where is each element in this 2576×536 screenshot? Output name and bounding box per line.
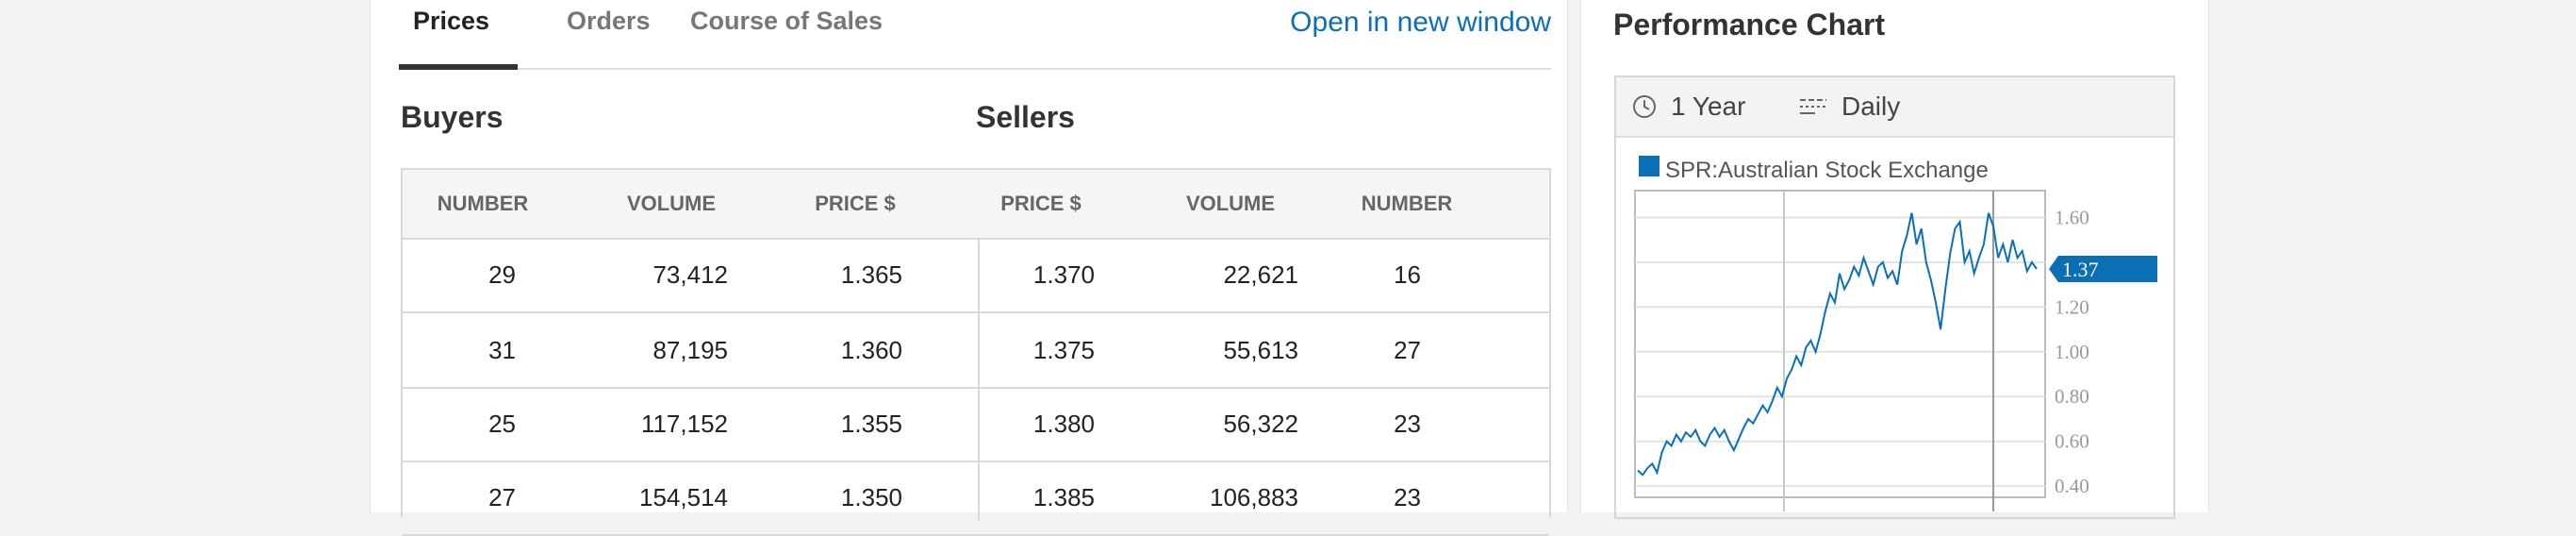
y-tick-label: 1.20 — [2055, 295, 2089, 318]
tab-prices-label: Prices — [413, 7, 490, 35]
seller-number-cell: 27 — [1394, 336, 1421, 364]
buyer-volume-cell: 87,195 — [652, 336, 728, 364]
chart-title: Performance Chart — [1613, 8, 1886, 42]
seller-price-cell: 1.370 — [1032, 260, 1095, 289]
last-price-label: 1.37 — [2062, 258, 2099, 281]
table-row: 29 73,412 1.365 1.370 22,621 16 — [403, 238, 1549, 313]
table-row: 27 154,514 1.350 1.385 106,883 23 — [403, 461, 1549, 536]
market-depth-table: NUMBER VOLUME PRICE $ PRICE $ VOLUME NUM… — [401, 168, 1551, 536]
table-row: 31 87,195 1.360 1.375 55,613 27 — [403, 313, 1549, 389]
seller-number-cell: 23 — [1394, 410, 1421, 438]
column-header-seller-price: PRICE $ — [1000, 192, 1082, 215]
y-tick-label: 1.60 — [2055, 206, 2089, 228]
sellers-heading: Sellers — [976, 100, 1075, 134]
column-header-seller-number: NUMBER — [1361, 192, 1453, 215]
seller-volume-cell: 22,621 — [1223, 260, 1298, 289]
tab-course-of-sales[interactable]: Course of Sales — [690, 0, 883, 68]
buyer-number-cell: 27 — [488, 483, 516, 511]
seller-price-cell: 1.385 — [1032, 483, 1095, 511]
tab-bar: Prices Orders Course of Sales Open in ne… — [399, 0, 1551, 70]
tab-prices[interactable]: Prices — [413, 0, 489, 68]
tab-orders[interactable]: Orders — [567, 0, 651, 68]
table-header: NUMBER VOLUME PRICE $ PRICE $ VOLUME NUM… — [403, 170, 1549, 240]
seller-volume-cell: 106,883 — [1210, 483, 1298, 511]
last-price-marker: 1.37 — [2049, 256, 2157, 283]
seller-volume-cell: 56,322 — [1223, 410, 1298, 438]
column-header-buyer-volume: VOLUME — [626, 192, 717, 215]
page: Prices Orders Course of Sales Open in ne… — [0, 0, 2576, 536]
buyer-number-cell: 31 — [488, 336, 516, 364]
buyer-volume-cell: 154,514 — [639, 483, 728, 511]
y-tick-label: 0.60 — [2055, 430, 2089, 453]
column-header-seller-volume: VOLUME — [1185, 192, 1276, 215]
column-header-buyer-number: NUMBER — [437, 192, 529, 215]
performance-chart-panel: Performance Chart 1 Year Daily SPR:Austr… — [1580, 0, 2209, 519]
y-axis-ticks: 1.601.401.201.000.800.600.40 — [2055, 206, 2089, 497]
buyer-price-cell: 1.355 — [840, 410, 902, 438]
seller-number-cell: 16 — [1394, 260, 1421, 289]
seller-number-cell: 23 — [1394, 483, 1421, 511]
seller-price-cell: 1.375 — [1032, 336, 1095, 364]
active-tab-indicator — [399, 64, 518, 70]
plot-area — [1634, 190, 2046, 498]
buyers-sellers-divider — [978, 238, 980, 521]
y-tick-label: 1.00 — [2055, 341, 2089, 363]
y-tick-label: 0.80 — [2055, 385, 2089, 408]
buyer-price-cell: 1.365 — [840, 260, 902, 289]
buyer-volume-cell: 73,412 — [652, 260, 728, 289]
buyer-volume-cell: 117,152 — [640, 410, 728, 438]
table-row: 25 117,152 1.355 1.380 56,322 23 — [403, 387, 1549, 462]
chart-container: 1 Year Daily SPR:Australian Stock Exchan… — [1614, 75, 2175, 519]
buyer-price-cell: 1.350 — [840, 483, 902, 511]
y-tick-label: 0.40 — [2055, 475, 2089, 497]
column-header-buyer-price: PRICE $ — [815, 192, 896, 215]
tab-orders-label: Orders — [567, 7, 651, 35]
open-in-new-window-link[interactable]: Open in new window — [1290, 0, 1551, 44]
buyer-number-cell: 25 — [488, 410, 516, 438]
buyer-number-cell: 29 — [488, 260, 516, 289]
seller-price-cell: 1.380 — [1032, 410, 1095, 438]
buyers-heading: Buyers — [401, 100, 504, 134]
tab-course-of-sales-label: Course of Sales — [690, 7, 883, 35]
seller-volume-cell: 55,613 — [1223, 336, 1298, 364]
price-chart[interactable]: 1.601.401.201.000.800.600.40 1.37 — [1616, 77, 2177, 521]
buyer-price-cell: 1.360 — [840, 336, 902, 364]
market-depth-panel: Prices Orders Course of Sales Open in ne… — [370, 0, 1568, 536]
